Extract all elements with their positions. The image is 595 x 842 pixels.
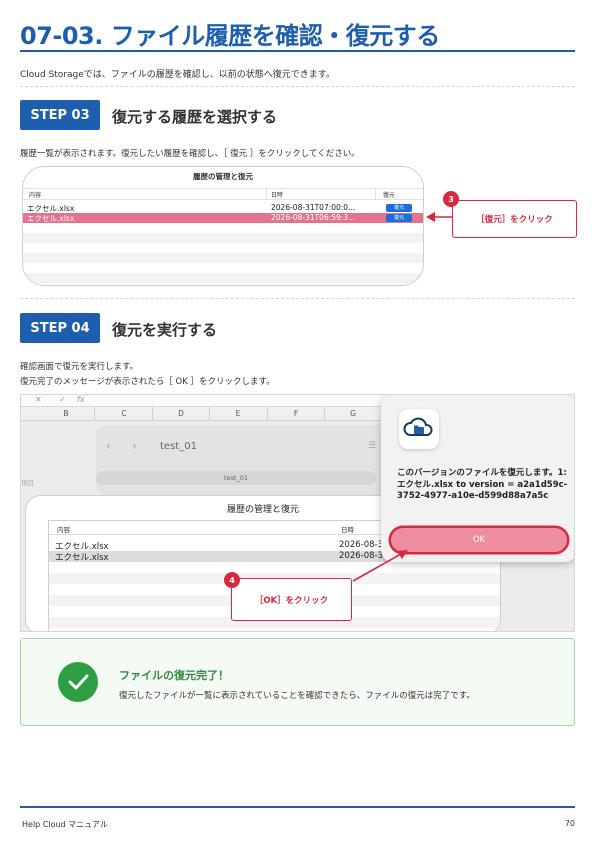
sidebar-label: 項目: [21, 479, 34, 487]
column-datetime: 日時: [271, 192, 284, 199]
dialog-title: 履歴の管理と復元: [193, 172, 253, 181]
page-number: 70: [564, 819, 575, 828]
column-header[interactable]: C: [114, 409, 134, 418]
callout-arrow-4: [352, 550, 408, 582]
step-04-description-2: 復元完了のメッセージが表示されたら［ OK ］をクリックします。: [20, 377, 275, 387]
column-datetime: 日時: [341, 526, 354, 534]
column-content: 内容: [57, 526, 70, 534]
completion-box: ファイルの復元完了！ 復元したファイルが一覧に表示されていることを確認できたら、…: [20, 638, 575, 726]
restore-alert-dialog: このバージョンのファイルを復元します。1: エクセル.xlsx to versi…: [381, 395, 574, 562]
folder-tab[interactable]: test_01: [96, 471, 376, 485]
column-divider: [266, 188, 267, 200]
restore-button[interactable]: 復元: [386, 204, 412, 212]
intro-text: Cloud Storageでは、ファイルの履歴を確認し、以前の状態へ復元できます…: [20, 70, 335, 80]
footer-title: Help Cloud マニュアル: [22, 820, 108, 829]
row-filename: エクセル.xlsx: [55, 553, 109, 563]
step-04-heading: 復元を実行する: [112, 321, 218, 339]
row-filename: エクセル.xlsx: [27, 214, 75, 223]
title-divider: [20, 50, 575, 52]
column-header[interactable]: G: [343, 409, 363, 418]
column-divider: [375, 188, 376, 200]
column-header[interactable]: F: [286, 409, 306, 418]
restore-confirm-screenshot: ✕ ✓ fx B C D E F G ‹ › test_01 ☰ test_01…: [20, 394, 575, 632]
completion-text: 復元したファイルが一覧に表示されていることを確認できたら、ファイルの復元は完了で…: [119, 691, 475, 701]
ok-button[interactable]: OK: [391, 528, 567, 552]
callout-number-3: 3: [443, 191, 459, 207]
alert-message: このバージョンのファイルを復元します。1: エクセル.xlsx to versi…: [397, 468, 568, 501]
completion-title: ファイルの復元完了！: [119, 669, 229, 682]
page-title: 07-03. ファイル履歴を確認・復元する: [20, 22, 440, 50]
close-icon[interactable]: ✕: [35, 395, 42, 404]
section-divider: [20, 86, 575, 87]
column-header[interactable]: B: [56, 409, 76, 418]
callout-ok: ［OK］をクリック: [231, 578, 352, 621]
restore-button[interactable]: 復元: [386, 214, 412, 222]
step-03-heading: 復元する履歴を選択する: [112, 108, 278, 126]
callout-restore: ［復元］をクリック: [452, 200, 577, 238]
row-datetime: 2026-08-31T07:00:0...: [271, 203, 356, 212]
forward-icon[interactable]: ›: [132, 439, 137, 453]
table-header: 内容 日時 復元: [23, 188, 423, 200]
fx-icon[interactable]: fx: [77, 395, 85, 404]
checkmark-icon: [58, 662, 98, 702]
column-content: 内容: [29, 192, 42, 199]
back-icon[interactable]: ‹: [106, 439, 111, 453]
check-icon[interactable]: ✓: [59, 395, 66, 404]
folder-name: test_01: [160, 441, 197, 452]
column-restore: 復元: [383, 192, 396, 199]
empty-row: [23, 273, 423, 283]
table-row-selected[interactable]: エクセル.xlsx 2026-08-31T06:59:3... 復元: [23, 213, 423, 223]
callout-number-4: 4: [224, 572, 240, 588]
history-dialog-screenshot: 履歴の管理と復元 内容 日時 復元 エクセル.xlsx 2026-08-31T0…: [22, 166, 424, 286]
column-header[interactable]: E: [228, 409, 248, 418]
section-divider: [20, 298, 575, 299]
table-row[interactable]: エクセル.xlsx 2026-08-31T07:00:0... 復元: [23, 203, 423, 213]
step-03-description: 履歴一覧が表示されます。復元したい履歴を確認し、［ 復元 ］をクリックしてくださ…: [20, 149, 360, 159]
empty-row: [23, 233, 423, 243]
finder-toolbar: ‹ › test_01 ☰ test_01: [96, 425, 396, 495]
empty-row: [23, 253, 423, 263]
step-04-badge: STEP 04: [20, 313, 100, 343]
column-header[interactable]: D: [171, 409, 191, 418]
cloud-folder-icon: [399, 409, 439, 449]
step-03-badge: STEP 03: [20, 100, 100, 130]
list-view-icon[interactable]: ☰: [368, 441, 376, 451]
row-datetime: 2026-08-31T06:59:3...: [271, 213, 356, 222]
footer-divider: [20, 806, 575, 808]
step-04-description-1: 確認画面で復元を実行します。: [20, 362, 139, 372]
